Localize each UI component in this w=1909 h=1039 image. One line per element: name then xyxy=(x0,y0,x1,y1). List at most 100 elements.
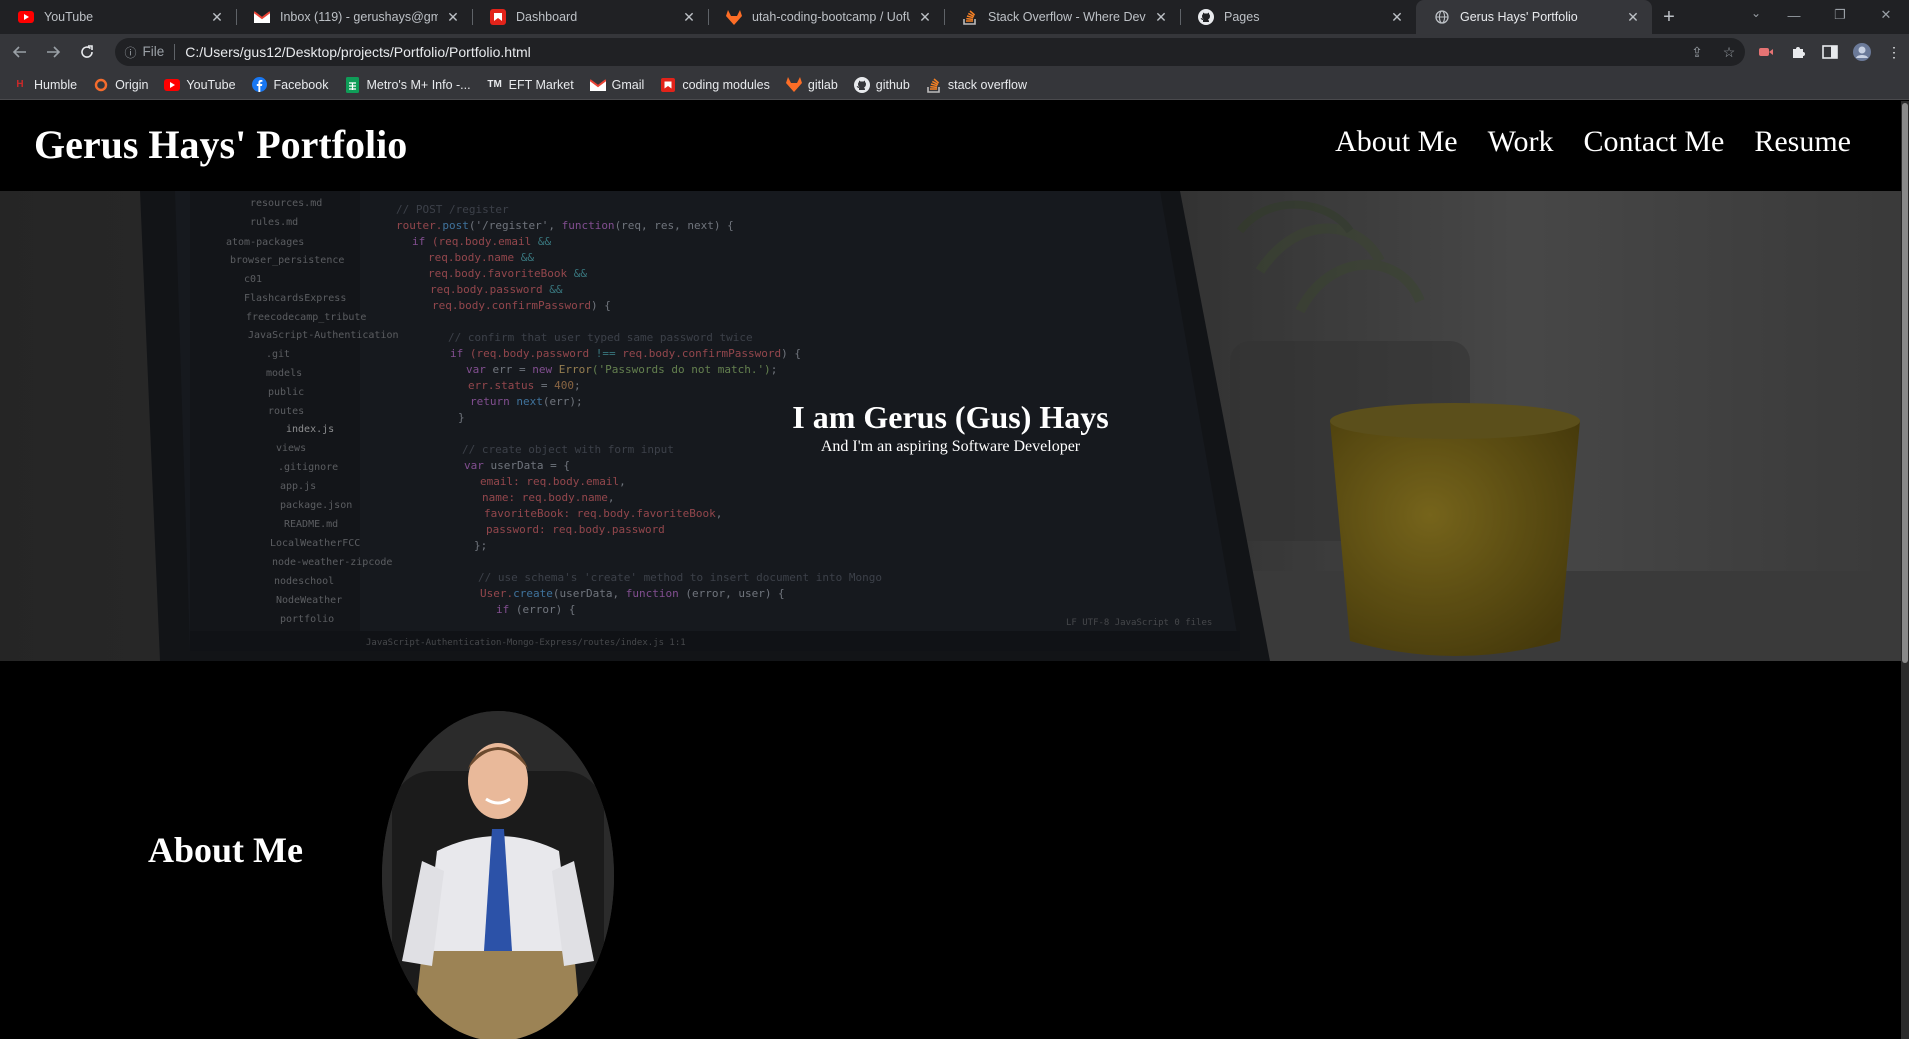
site-nav: About Me Work Contact Me Resume xyxy=(1335,125,1851,159)
site-header: Gerus Hays' Portfolio About Me Work Cont… xyxy=(0,101,1901,191)
browser-tab[interactable]: utah-coding-bootcamp / UofU- ✕ xyxy=(708,0,944,34)
reload-button[interactable] xyxy=(73,38,101,66)
sheets-icon xyxy=(344,76,360,93)
bookmark-label: Gmail xyxy=(611,77,645,92)
browser-tab[interactable]: Inbox (119) - gerushays@gmail.c ✕ xyxy=(236,0,472,34)
close-icon[interactable]: ✕ xyxy=(916,8,934,26)
back-arrow-icon xyxy=(12,46,26,58)
bookmark-label: EFT Market xyxy=(508,77,574,92)
nav-link-work[interactable]: Work xyxy=(1488,125,1554,159)
bookmark-label: github xyxy=(875,77,910,92)
hero-banner: resources.md rules.md atom-packages brow… xyxy=(0,191,1901,661)
info-icon[interactable]: ⓘ xyxy=(125,44,137,61)
reload-icon xyxy=(81,45,93,58)
gmail-icon xyxy=(254,9,270,25)
bookmark-label: Metro's M+ Info -... xyxy=(366,77,471,92)
tab-title: Dashboard xyxy=(516,10,578,24)
hero-tagline: And I'm an aspiring Software Developer xyxy=(820,438,1081,455)
bookmarks-bar: H Humble Origin YouTube Facebook Metro's… xyxy=(0,70,1909,100)
url-text[interactable]: C:/Users/gus12/Desktop/projects/Portfoli… xyxy=(185,44,1681,60)
browser-toolbar: ⓘ File C:/Users/gus12/Desktop/projects/P… xyxy=(0,34,1909,70)
origin-icon xyxy=(93,77,109,93)
hero-name: I am Gerus (Gus) Hays xyxy=(792,399,1109,435)
window-controls: — ❐ ✕ xyxy=(1771,0,1909,30)
nav-link-resume[interactable]: Resume xyxy=(1754,125,1851,159)
page-viewport: Gerus Hays' Portfolio About Me Work Cont… xyxy=(0,101,1901,1039)
bookmark-item[interactable]: TM EFT Market xyxy=(487,77,574,93)
bookmark-item[interactable]: stack overflow xyxy=(926,77,1027,93)
bookmark-label: coding modules xyxy=(682,77,770,92)
page-scrollbar[interactable] xyxy=(1901,101,1909,1039)
bookmark-item[interactable]: Metro's M+ Info -... xyxy=(344,76,471,93)
github-icon xyxy=(1198,9,1214,25)
bookmark-item[interactable]: Gmail xyxy=(589,77,645,93)
close-icon[interactable]: ✕ xyxy=(1624,8,1642,26)
address-bar[interactable]: ⓘ File C:/Users/gus12/Desktop/projects/P… xyxy=(114,38,1745,66)
about-me-heading: About Me xyxy=(148,830,303,870)
extensions-puzzle-icon[interactable] xyxy=(1783,38,1813,66)
github-icon xyxy=(853,76,870,93)
scrollbar-thumb[interactable] xyxy=(1902,103,1908,663)
bookmark-item[interactable]: github xyxy=(853,76,910,93)
nav-link-about-me[interactable]: About Me xyxy=(1335,125,1458,159)
canvas-icon xyxy=(660,77,676,93)
close-icon[interactable]: ✕ xyxy=(208,8,226,26)
restore-icon[interactable]: ❐ xyxy=(1817,0,1863,30)
tab-title: Gerus Hays' Portfolio xyxy=(1460,10,1578,24)
bookmark-label: stack overflow xyxy=(947,77,1028,92)
tab-title: Pages xyxy=(1224,10,1260,24)
tab-title: Inbox (119) - gerushays@gmail.c xyxy=(280,10,438,24)
bookmark-item[interactable]: gitlab xyxy=(785,77,838,93)
bookmark-item[interactable]: H Humble xyxy=(12,77,77,93)
bookmark-label: YouTube xyxy=(186,77,236,92)
gitlab-icon xyxy=(726,9,742,25)
profile-photo xyxy=(382,711,614,1039)
extension-record-icon[interactable] xyxy=(1751,38,1781,66)
forward-button[interactable] xyxy=(40,38,68,66)
youtube-icon xyxy=(18,9,34,25)
hero-text: I am Gerus (Gus) Hays And I'm an aspirin… xyxy=(0,399,1901,456)
bookmark-label: gitlab xyxy=(807,77,838,92)
scheme-label: File xyxy=(143,44,176,60)
browser-tab-active[interactable]: Gerus Hays' Portfolio ✕ xyxy=(1416,0,1652,34)
humble-icon: H xyxy=(16,79,24,90)
nav-link-contact-me[interactable]: Contact Me xyxy=(1584,125,1725,159)
bookmark-item[interactable]: Facebook xyxy=(252,77,328,93)
share-icon[interactable]: ⇪ xyxy=(1681,44,1713,61)
browser-tab[interactable]: YouTube ✕ xyxy=(0,0,236,34)
bookmark-star-icon[interactable]: ☆ xyxy=(1713,44,1745,61)
tab-search-icon[interactable]: ⌄ xyxy=(1741,6,1771,20)
back-button[interactable] xyxy=(6,38,34,66)
bookmark-item[interactable]: coding modules xyxy=(660,77,770,93)
browser-tab-strip: YouTube ✕ Inbox (119) - gerushays@gmail.… xyxy=(0,0,1909,34)
side-panel-icon[interactable] xyxy=(1815,38,1845,66)
bookmark-label: Humble xyxy=(34,77,78,92)
new-tab-button[interactable]: + xyxy=(1652,0,1686,34)
tab-title: Stack Overflow - Where Develop xyxy=(988,10,1146,24)
gmail-icon xyxy=(589,77,606,93)
globe-icon xyxy=(1434,9,1450,25)
menu-kebab-icon[interactable]: ⋮ xyxy=(1879,38,1909,66)
stackoverflow-icon xyxy=(926,77,942,93)
stackoverflow-icon xyxy=(962,9,978,25)
bookmark-item[interactable]: YouTube xyxy=(164,77,236,93)
tm-icon: TM xyxy=(487,79,502,90)
browser-tab[interactable]: Dashboard ✕ xyxy=(472,0,708,34)
window-close-icon[interactable]: ✕ xyxy=(1863,0,1909,30)
canvas-icon xyxy=(490,9,506,25)
bookmark-label: Origin xyxy=(115,77,149,92)
tab-title: utah-coding-bootcamp / UofU- xyxy=(752,10,910,24)
bookmark-item[interactable]: Origin xyxy=(93,77,148,93)
browser-tab[interactable]: Pages ✕ xyxy=(1180,0,1416,34)
close-icon[interactable]: ✕ xyxy=(680,8,698,26)
close-icon[interactable]: ✕ xyxy=(1152,8,1170,26)
close-icon[interactable]: ✕ xyxy=(444,8,462,26)
close-icon[interactable]: ✕ xyxy=(1388,8,1406,26)
gitlab-icon xyxy=(785,77,802,93)
facebook-icon xyxy=(252,77,268,93)
forward-arrow-icon xyxy=(47,46,61,58)
site-title: Gerus Hays' Portfolio xyxy=(34,122,408,167)
minimize-icon[interactable]: — xyxy=(1771,0,1817,30)
profile-avatar-icon[interactable] xyxy=(1847,38,1877,66)
browser-tab[interactable]: Stack Overflow - Where Develop ✕ xyxy=(944,0,1180,34)
